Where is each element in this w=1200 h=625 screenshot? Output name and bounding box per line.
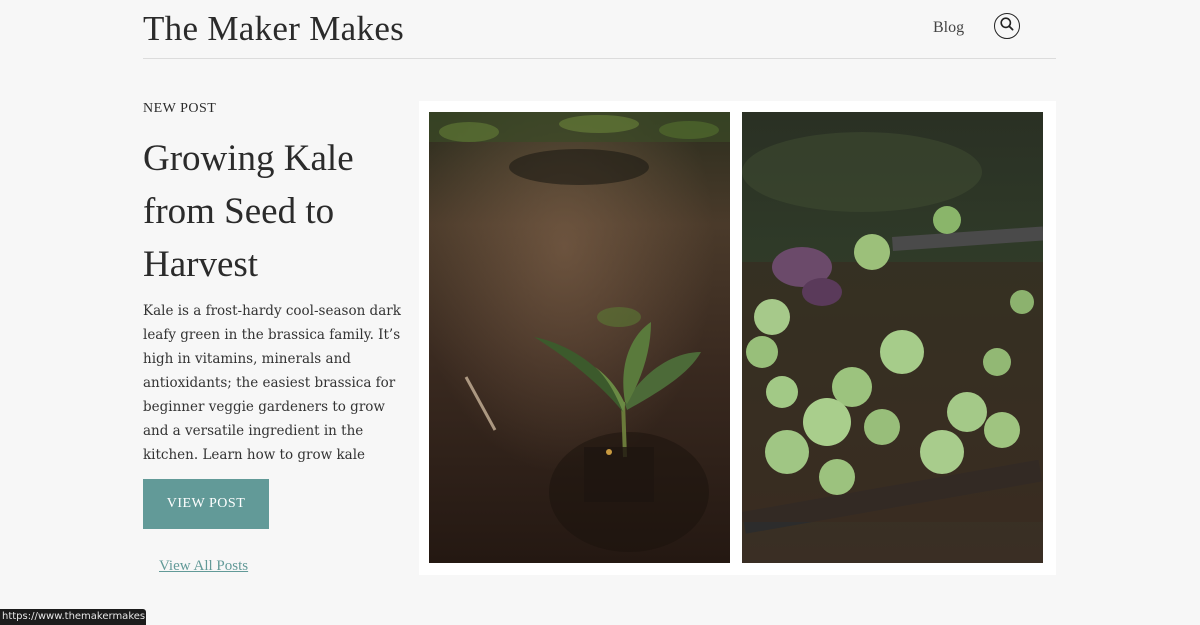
view-all-posts-link[interactable]: View All Posts: [159, 558, 248, 575]
browser-status-bar: https://www.themakermakes.com: [0, 609, 146, 625]
header-divider: [143, 58, 1056, 59]
search-icon: [999, 16, 1015, 36]
post-eyebrow: NEW POST: [143, 101, 217, 116]
featured-images-frame: [419, 101, 1056, 575]
raised-bed-seedlings-photo[interactable]: [742, 112, 1043, 563]
post-excerpt: Kale is a frost-hardy cool-season dark l…: [143, 303, 401, 463]
site-title[interactable]: The Maker Makes: [143, 9, 404, 49]
post-title[interactable]: Growing Kale from Seed to Harvest: [143, 132, 403, 291]
kale-seedling-in-soil-photo[interactable]: [429, 112, 730, 563]
view-post-button[interactable]: VIEW POST: [143, 479, 269, 529]
search-button[interactable]: [994, 13, 1020, 39]
nav-link-blog[interactable]: Blog: [933, 19, 964, 37]
